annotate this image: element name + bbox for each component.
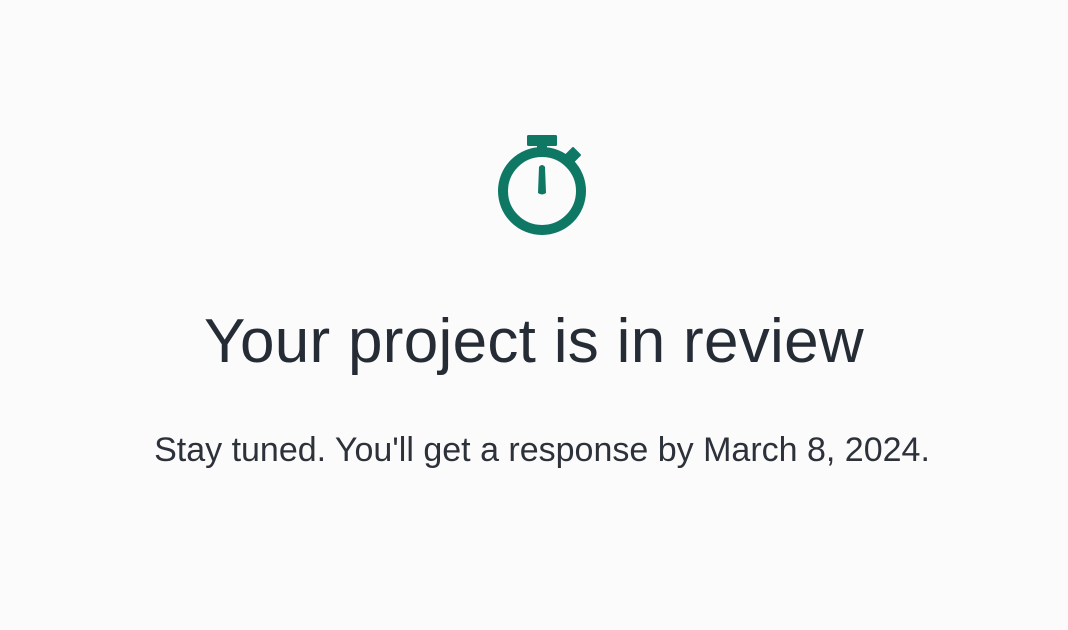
- status-message: Stay tuned. You'll get a response by Mar…: [154, 431, 930, 469]
- page-title: Your project is in review: [204, 307, 864, 376]
- stopwatch-icon: [494, 135, 590, 235]
- review-status-page: Your project is in review Stay tuned. Yo…: [0, 0, 1068, 630]
